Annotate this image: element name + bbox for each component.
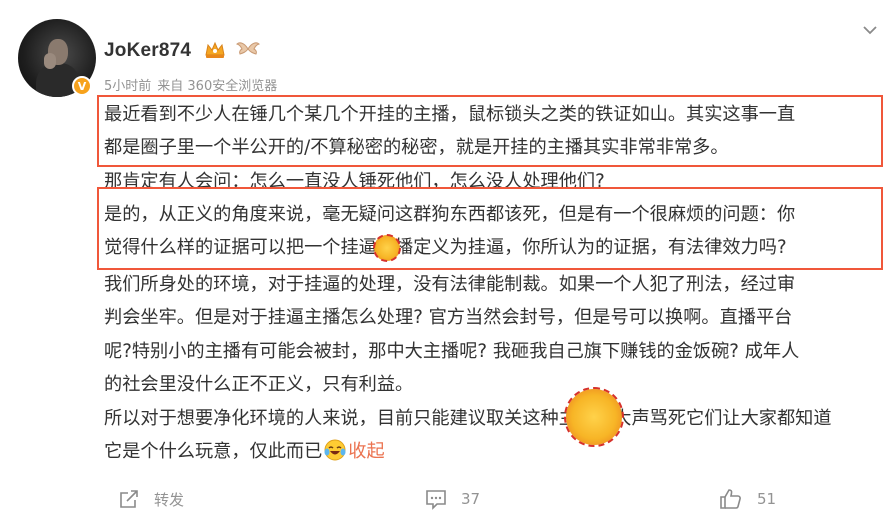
repost-label: 转发 xyxy=(154,490,185,509)
repost-button[interactable]: 转发 xyxy=(118,488,184,510)
chevron-down-icon[interactable] xyxy=(862,24,878,36)
collapse-link[interactable]: 收起 xyxy=(348,441,384,462)
like-button[interactable]: 51 xyxy=(719,488,776,510)
like-count: 51 xyxy=(757,490,777,508)
avatar-hand xyxy=(44,53,56,69)
post-text-line-11: 它是个什么玩意，仅此而已 收起 xyxy=(104,437,385,467)
highlight-box-2 xyxy=(97,187,883,270)
post-text-last: 它是个什么玩意，仅此而已 xyxy=(104,441,323,462)
comment-count: 37 xyxy=(461,490,481,508)
overlay-emoji-ring-small xyxy=(373,234,401,262)
post-text-line-8: 呢?特别小的主播有可能会被封，那中大主播呢? 我砸我自己旗下赚钱的金饭碗? 成年… xyxy=(104,341,800,362)
thumbs-up-icon xyxy=(720,489,741,509)
post-text-line-9: 的社会里没什么正不正义，只有利益。 xyxy=(104,374,414,395)
repost-icon xyxy=(120,490,138,508)
laughing-tears-emoji-icon xyxy=(324,439,346,461)
crown-icon xyxy=(205,41,225,58)
wing-icon xyxy=(236,42,260,55)
highlight-box-1 xyxy=(97,95,883,167)
overlay-emoji-ring-large xyxy=(564,387,624,447)
post-text-line-10: 所以对于想要净化环境的人来说，目前只能建议取关这种主播并大声骂死它们让大家都知道 xyxy=(104,408,832,429)
verified-badge-icon: V xyxy=(72,76,92,96)
weibo-post: V JoKer874 5小时前 来自 360安全浏览器 最近看到不少人在锤几个某几… xyxy=(0,0,890,517)
comment-icon xyxy=(426,490,446,510)
post-source: 来自 360安全浏览器 xyxy=(157,79,278,94)
post-meta: 5小时前 来自 360安全浏览器 xyxy=(104,75,283,94)
comment-button[interactable]: 37 xyxy=(425,488,480,510)
post-text-line-6: 我们所身处的环境，对于挂逼的处理，没有法律能制裁。如果一个人犯了刑法，经过审 xyxy=(104,274,796,295)
post-text-line-7: 判会坐牢。但是对于挂逼主播怎么处理? 官方当然会封号，但是号可以换啊。直播平台 xyxy=(104,307,793,328)
author-name[interactable]: JoKer874 xyxy=(104,40,191,62)
post-time[interactable]: 5小时前 xyxy=(104,79,151,94)
